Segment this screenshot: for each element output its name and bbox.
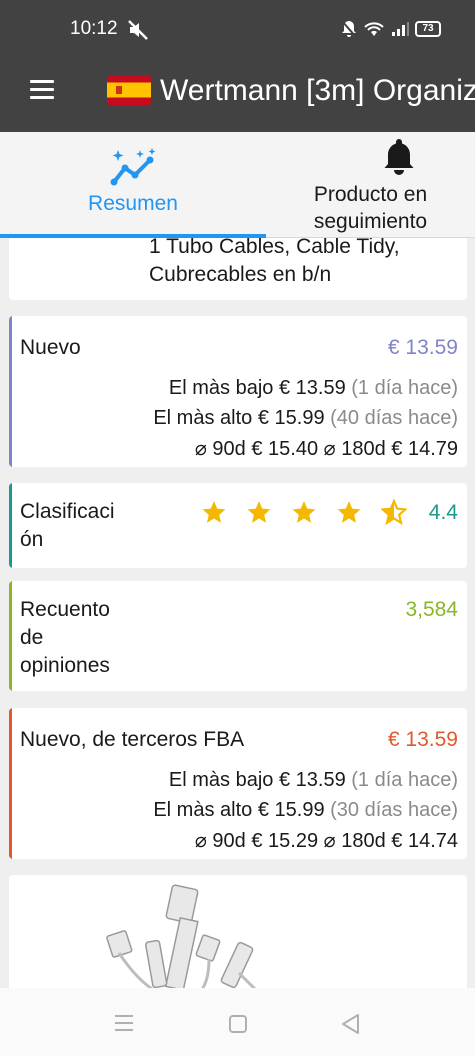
tab-resumen[interactable]: Resumen: [0, 132, 266, 238]
status-time: 10:12: [70, 18, 118, 39]
star-full-icon: [337, 501, 361, 523]
fba-lowest-ago: (1 día hace): [351, 769, 458, 791]
reviews-label-1: Recuento: [20, 598, 110, 621]
product-image-card[interactable]: [9, 875, 467, 988]
star-full-icon: [292, 501, 316, 523]
tab-resumen-label: Resumen: [88, 192, 178, 215]
price-card-nuevo[interactable]: Nuevo € 13.59 El màs bajo € 13.59 (1 día…: [9, 316, 467, 467]
rating-value: 4.4: [428, 501, 458, 524]
fba-averages: ⌀ 90d € 15.29 ⌀ 180d € 14.74: [194, 830, 458, 852]
system-nav-bar: [0, 988, 475, 1056]
star-full-icon: [247, 501, 271, 523]
trending-up-sparkle-icon: [110, 148, 156, 186]
battery-icon: 73: [415, 21, 441, 37]
fba-highest-price: € 15.99: [257, 799, 325, 821]
tab-seguimiento-label-1: Producto en: [313, 183, 428, 206]
notification-off-icon: [341, 20, 357, 38]
app-bar: Wertmann [3m] Organiz: [0, 58, 475, 132]
hamburger-menu-icon[interactable]: [30, 80, 54, 102]
tab-bar: Resumen Producto en seguimiento: [0, 132, 475, 238]
recent-apps-icon[interactable]: [114, 1014, 134, 1032]
description-card: 1 Tubo Cables, Cable Tidy, Cubrecables e…: [9, 238, 467, 300]
reviews-label-3: opiniones: [20, 654, 110, 677]
mute-icon: [128, 20, 148, 40]
spain-flag-icon: [107, 75, 151, 105]
fba-label: Nuevo, de terceros FBA: [20, 728, 245, 751]
rating-label-2: ón: [20, 528, 44, 551]
reviews-card[interactable]: Recuento de opiniones 3,584: [9, 581, 467, 691]
card-accent-bar: [9, 316, 12, 467]
nuevo-highest-label: El màs alto: [153, 407, 253, 429]
nuevo-lowest-label: El màs bajo: [168, 377, 274, 399]
home-icon[interactable]: [228, 1014, 248, 1034]
star-half-icon: [381, 499, 407, 525]
page-title: Wertmann [3m] Organiz: [160, 74, 475, 107]
back-icon[interactable]: [340, 1013, 360, 1035]
content-scroll[interactable]: 1 Tubo Cables, Cable Tidy, Cubrecables e…: [0, 238, 475, 988]
rating-stars: [201, 499, 407, 525]
status-bar: 10:12 73: [0, 0, 475, 58]
star-full-icon: [202, 501, 226, 523]
card-accent-bar: [9, 581, 12, 691]
rating-label-1: Clasificaci: [20, 500, 115, 523]
description-line-1: 1 Tubo Cables, Cable Tidy,: [149, 238, 400, 258]
tab-seguimiento-label-2: seguimiento: [313, 210, 428, 233]
signal-icon: [392, 22, 409, 36]
description-line-2: Cubrecables en b/n: [149, 263, 332, 286]
fba-lowest-price: € 13.59: [278, 769, 346, 791]
nuevo-averages: ⌀ 90d € 15.40 ⌀ 180d € 14.79: [194, 438, 458, 460]
fba-lowest-label: El màs bajo: [168, 769, 274, 791]
nuevo-lowest-price: € 13.59: [278, 377, 346, 399]
fba-price: € 13.59: [387, 728, 458, 751]
price-card-fba[interactable]: Nuevo, de terceros FBA € 13.59 El màs ba…: [9, 708, 467, 859]
fba-highest-ago: (30 días hace): [330, 799, 458, 821]
nuevo-highest-price: € 15.99: [257, 407, 325, 429]
rating-card[interactable]: Clasificaci ón 4.4: [9, 483, 467, 568]
nuevo-lowest-ago: (1 día hace): [351, 377, 458, 399]
reviews-count: 3,584: [405, 598, 458, 621]
tab-producto-seguimiento[interactable]: Producto en seguimiento: [266, 132, 475, 238]
reviews-label-2: de: [20, 626, 44, 649]
nuevo-price: € 13.59: [387, 336, 458, 359]
card-accent-bar: [9, 708, 12, 859]
status-icons: 73: [341, 20, 441, 38]
bell-icon: [384, 139, 414, 175]
wifi-icon: [364, 22, 384, 36]
nuevo-label: Nuevo: [20, 336, 81, 359]
product-image: [106, 884, 257, 988]
fba-highest-label: El màs alto: [153, 799, 253, 821]
card-accent-bar: [9, 483, 12, 568]
nuevo-highest-ago: (40 días hace): [330, 407, 458, 429]
